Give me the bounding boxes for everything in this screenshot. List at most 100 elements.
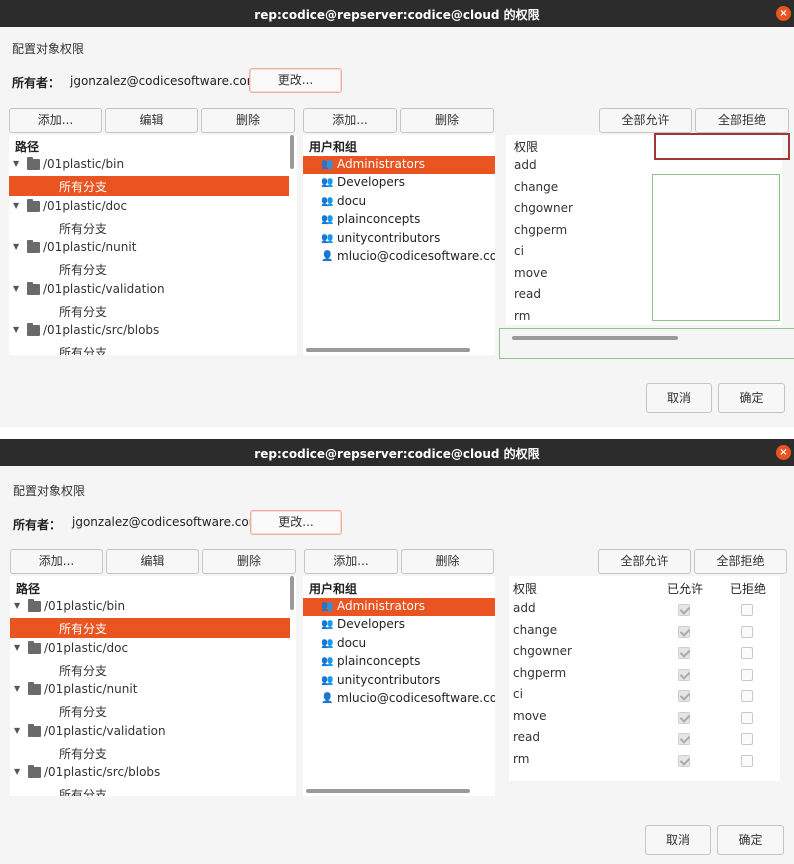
user-list: 用户和组 👥 Administrators 👥 Developers 👥 doc… <box>303 576 495 796</box>
tree-row-branch[interactable]: 所有分支 <box>10 618 290 638</box>
user-item[interactable]: 👥 plainconcepts <box>303 211 495 229</box>
tree-row-path[interactable]: ▼ /01plastic/doc <box>9 197 289 217</box>
chevron-down-icon[interactable]: ▼ <box>14 643 20 652</box>
group-icon: 👥 <box>321 196 334 207</box>
path-label: /01plastic/src/blobs <box>44 765 161 779</box>
user-item[interactable]: 👥 Developers <box>303 616 495 634</box>
user-item[interactable]: 👤 mlucio@codicesoftware.com <box>303 690 495 708</box>
cancel-button[interactable]: 取消 <box>645 825 711 855</box>
path-tree-scrollbar[interactable] <box>290 135 294 169</box>
tree-row-path[interactable]: ▼ /01plastic/nunit <box>9 238 289 258</box>
chevron-down-icon[interactable]: ▼ <box>13 159 19 168</box>
chevron-down-icon[interactable]: ▼ <box>14 767 20 776</box>
path-label: /01plastic/nunit <box>44 682 138 696</box>
delete-path-button[interactable]: 删除 <box>201 108 295 133</box>
tree-row-path[interactable]: ▼ /01plastic/doc <box>10 639 290 659</box>
chevron-down-icon[interactable]: ▼ <box>14 684 20 693</box>
tree-row-branch[interactable]: 所有分支 <box>9 342 289 355</box>
ok-button[interactable]: 确定 <box>718 383 785 413</box>
path-label: /01plastic/bin <box>44 599 126 613</box>
allowed-checkbox[interactable] <box>678 690 690 702</box>
tree-row-path[interactable]: ▼ /01plastic/nunit <box>10 680 290 700</box>
tree-row-path[interactable]: ▼ /01plastic/validation <box>10 722 290 742</box>
close-icon[interactable]: × <box>776 445 791 460</box>
delete-path-button[interactable]: 删除 <box>202 549 296 574</box>
allowed-checkbox[interactable] <box>678 755 690 767</box>
delete-user-button[interactable]: 删除 <box>401 549 494 574</box>
path-label: /01plastic/doc <box>43 199 128 213</box>
user-item[interactable]: 👥 unitycontributors <box>303 672 495 690</box>
chevron-down-icon[interactable]: ▼ <box>14 726 20 735</box>
permission-name: chgperm <box>514 223 568 237</box>
allow-all-button[interactable]: 全部允许 <box>599 108 692 133</box>
allowed-checkbox[interactable] <box>678 669 690 681</box>
allow-all-button[interactable]: 全部允许 <box>598 549 691 574</box>
tree-row-branch[interactable]: 所有分支 <box>10 743 290 763</box>
change-owner-button[interactable]: 更改... <box>250 510 342 535</box>
cancel-button[interactable]: 取消 <box>646 383 712 413</box>
user-item[interactable]: 👥 docu <box>303 193 495 211</box>
tree-row-path[interactable]: ▼ /01plastic/bin <box>9 155 289 175</box>
edit-path-button[interactable]: 编辑 <box>105 108 198 133</box>
path-tree-scrollbar[interactable] <box>290 576 294 610</box>
user-list-scrollbar[interactable] <box>306 348 470 352</box>
edit-path-button[interactable]: 编辑 <box>106 549 199 574</box>
tree-row-branch[interactable]: 所有分支 <box>9 218 289 238</box>
user-item[interactable]: 👤 mlucio@codicesoftware.com <box>303 248 495 266</box>
allowed-checkbox[interactable] <box>678 712 690 724</box>
denied-checkbox[interactable] <box>741 669 753 681</box>
denied-checkbox[interactable] <box>741 690 753 702</box>
permission-list-scrollbar[interactable] <box>512 336 678 340</box>
tree-row-branch[interactable]: 所有分支 <box>9 259 289 279</box>
chevron-down-icon[interactable]: ▼ <box>13 325 19 334</box>
close-icon[interactable]: × <box>776 6 791 21</box>
tree-row-path[interactable]: ▼ /01plastic/src/blobs <box>10 763 290 783</box>
add-path-button[interactable]: 添加... <box>10 549 103 574</box>
denied-checkbox[interactable] <box>741 712 753 724</box>
permission-name: change <box>513 623 558 637</box>
tree-row-branch[interactable]: 所有分支 <box>10 701 290 721</box>
denied-checkbox[interactable] <box>741 647 753 659</box>
owner-value: jgonzalez@codicesoftware.com <box>72 515 261 529</box>
chevron-down-icon[interactable]: ▼ <box>13 201 19 210</box>
tree-row-branch[interactable]: 所有分支 <box>9 301 289 321</box>
user-name: unitycontributors <box>337 231 441 245</box>
user-item[interactable]: 👥 Administrators <box>303 598 495 616</box>
ok-button[interactable]: 确定 <box>717 825 784 855</box>
denied-checkbox[interactable] <box>741 733 753 745</box>
chevron-down-icon[interactable]: ▼ <box>14 601 20 610</box>
allowed-checkbox[interactable] <box>678 647 690 659</box>
tree-row-path[interactable]: ▼ /01plastic/bin <box>10 597 290 617</box>
chevron-down-icon[interactable]: ▼ <box>13 284 19 293</box>
allowed-checkbox[interactable] <box>678 604 690 616</box>
title-bar: rep:codice@repserver:codice@cloud 的权限 × <box>0 0 794 27</box>
deny-all-button[interactable]: 全部拒绝 <box>695 108 789 133</box>
user-item[interactable]: 👥 Administrators <box>303 156 495 174</box>
allowed-checkbox[interactable] <box>678 626 690 638</box>
tree-row-branch[interactable]: 所有分支 <box>10 784 290 796</box>
allowed-checkbox[interactable] <box>678 733 690 745</box>
path-label: /01plastic/src/blobs <box>43 323 160 337</box>
tree-row-branch[interactable]: 所有分支 <box>10 660 290 680</box>
change-owner-button[interactable]: 更改... <box>249 68 342 93</box>
denied-checkbox[interactable] <box>741 604 753 616</box>
user-item[interactable]: 👥 unitycontributors <box>303 230 495 248</box>
add-user-button[interactable]: 添加... <box>303 108 397 133</box>
tree-row-path[interactable]: ▼ /01plastic/validation <box>9 280 289 300</box>
denied-checkbox[interactable] <box>741 626 753 638</box>
user-list-scrollbar[interactable] <box>306 789 470 793</box>
user-item[interactable]: 👥 docu <box>303 635 495 653</box>
focus-outline <box>654 133 790 160</box>
user-item[interactable]: 👥 Developers <box>303 174 495 192</box>
add-path-button[interactable]: 添加... <box>9 108 102 133</box>
chevron-down-icon[interactable]: ▼ <box>13 242 19 251</box>
denied-checkbox[interactable] <box>741 755 753 767</box>
render-region-outline <box>652 174 780 321</box>
user-item[interactable]: 👥 plainconcepts <box>303 653 495 671</box>
delete-user-button[interactable]: 删除 <box>400 108 494 133</box>
tree-row-branch[interactable]: 所有分支 <box>9 176 289 196</box>
deny-all-button[interactable]: 全部拒绝 <box>694 549 787 574</box>
tree-row-path[interactable]: ▼ /01plastic/src/blobs <box>9 321 289 341</box>
branch-label: 所有分支 <box>59 705 108 719</box>
add-user-button[interactable]: 添加... <box>304 549 398 574</box>
